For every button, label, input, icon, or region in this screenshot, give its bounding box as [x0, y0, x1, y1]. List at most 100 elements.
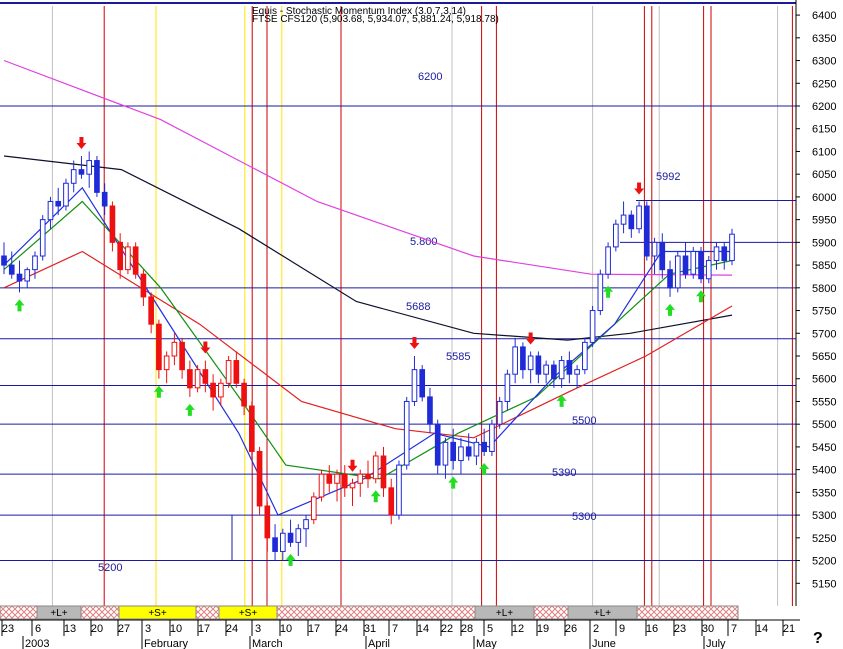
candle-body [388, 487, 395, 516]
x-day-label: 6 [35, 623, 41, 635]
candle-body [403, 400, 410, 466]
x-day-label: 30 [702, 623, 714, 635]
candle-body [434, 423, 441, 466]
y-tick-label: 5850 [812, 260, 836, 272]
x-month-label: May [476, 638, 497, 649]
candle-body [140, 273, 147, 298]
candle-body [109, 205, 116, 243]
y-tick-label: 5800 [812, 283, 836, 295]
x-day-label: 31 [364, 623, 376, 635]
x-day-label: 3 [145, 623, 151, 635]
y-tick-label: 6400 [812, 10, 836, 22]
candle-body [705, 260, 712, 280]
candle-body [659, 241, 666, 271]
candle-body [651, 241, 658, 257]
candle-body [24, 269, 31, 282]
x-month-label: April [368, 638, 390, 649]
x-day-label: 20 [91, 623, 103, 635]
signal-band-label: +L+ [496, 608, 513, 619]
candle-body [8, 264, 15, 275]
candle-body [163, 355, 170, 371]
candle-body [427, 396, 433, 425]
candle-body [481, 441, 487, 452]
candle-body [473, 441, 480, 457]
candle-body [442, 441, 449, 466]
candle-body [171, 341, 178, 357]
candle-body [132, 246, 139, 275]
candle-body [179, 341, 185, 371]
y-tick-label: 6200 [812, 101, 836, 113]
y-tick-label: 6000 [812, 192, 836, 204]
x-day-label: 17 [308, 623, 320, 635]
x-day-label: 19 [537, 623, 549, 635]
x-day-label: 10 [280, 623, 292, 635]
level-label: 5500 [572, 415, 596, 427]
signal-band: +L+ +S+ +S+ +L+ +L+ [0, 605, 739, 620]
y-tick-label: 5750 [812, 306, 836, 318]
candle-body [125, 246, 131, 271]
signal-band-label: +L+ [594, 608, 611, 619]
price-chart: 620059925.800568855855500539053005200 51… [0, 0, 843, 649]
x-day-label: 24 [226, 623, 238, 635]
candle-body [63, 182, 69, 207]
candle-body [78, 169, 85, 175]
candle-body [279, 532, 286, 552]
plot-area [0, 6, 796, 606]
x-day-label: 16 [646, 623, 658, 635]
candle-body [628, 214, 635, 230]
candle-body [202, 369, 209, 384]
x-day-label: 23 [674, 623, 686, 635]
y-tick-label: 5400 [812, 465, 836, 477]
candle-body [101, 191, 108, 207]
help-icon[interactable]: ? [813, 630, 823, 647]
candle-body [504, 373, 511, 402]
x-month-label: July [706, 638, 726, 649]
x-day-label: 21 [783, 623, 795, 635]
x-day-label: 14 [756, 623, 768, 635]
candle-body [341, 473, 348, 489]
candle-body [264, 505, 271, 539]
candle-body [589, 310, 596, 343]
y-axis: 5150 5200 5250 5300 5350 5400 5450 5500 5550 5600… [795, 0, 843, 606]
candle-body [365, 473, 371, 480]
x-month-label: 2003 [25, 638, 49, 649]
y-tick-label: 5450 [812, 442, 836, 454]
candle-body [620, 214, 627, 225]
candle-body [218, 382, 224, 398]
level-label: 5200 [98, 562, 122, 574]
candle-body [210, 382, 216, 398]
candle-body [690, 250, 697, 275]
candle-body [187, 369, 193, 389]
x-day-label: 26 [565, 623, 577, 635]
candle-body [535, 355, 542, 375]
candle-body [287, 532, 294, 543]
x-day-label: 13 [64, 623, 76, 635]
candle-body [318, 473, 325, 498]
candle-body [372, 455, 379, 480]
x-day-label: 5 [487, 623, 493, 635]
candle-body [55, 200, 62, 207]
candle-body [597, 273, 604, 312]
y-tick-label: 5150 [812, 578, 836, 590]
y-tick-label: 6150 [812, 124, 836, 136]
candle-body [86, 160, 93, 175]
x-month-label: March [252, 638, 283, 649]
y-tick-label: 5200 [812, 556, 836, 568]
candle-body [225, 360, 232, 384]
y-tick-label: 5600 [812, 374, 836, 386]
candle-body [465, 446, 472, 457]
candle-body [156, 323, 162, 371]
candle-body [241, 382, 247, 407]
candle-body [636, 205, 642, 230]
candle-body [411, 369, 418, 402]
candle-body [16, 273, 23, 282]
y-tick-label: 5550 [812, 396, 836, 408]
candle-body [682, 255, 689, 275]
candle-body [458, 446, 464, 462]
signal-band-label: +S+ [239, 608, 258, 619]
candle-body [303, 519, 309, 530]
y-tick-label: 6300 [812, 56, 836, 68]
candle-body [543, 364, 549, 375]
candle-body [256, 450, 263, 507]
candle-body [674, 255, 681, 289]
